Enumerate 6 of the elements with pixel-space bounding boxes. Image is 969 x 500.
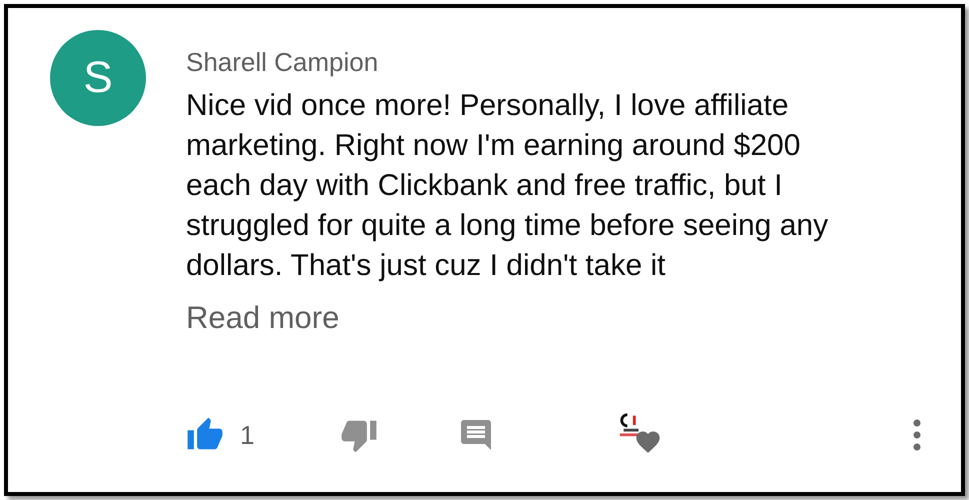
like-count: 1 — [240, 418, 254, 452]
comment-text: Nice vid once more! Personally, I love affiliate marketing. Right now I'm earning around $200 each day with Clickbank and free traffic, but I struggled for quite a long time before seeing any dollars. That's just cuz I didn't take it — [186, 88, 830, 284]
more-options-icon[interactable] — [913, 419, 921, 451]
author-name: Sharell Campion — [186, 46, 380, 78]
avatar: S — [50, 30, 146, 126]
read-more-link[interactable]: Read more — [186, 298, 340, 338]
